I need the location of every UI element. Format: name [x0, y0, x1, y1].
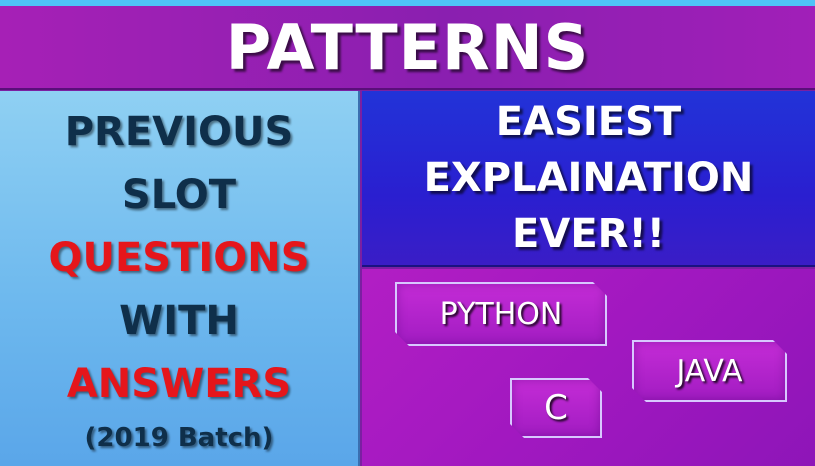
left-line-questions: QUESTIONS [48, 235, 310, 281]
left-line-answers: ANSWERS [66, 361, 292, 407]
java-label: JAVA [676, 353, 743, 389]
explanation-line-explaination: EXPLAINATION [423, 155, 754, 201]
explanation-line-easiest: EASIEST [495, 99, 682, 145]
python-label: PYTHON [439, 296, 563, 332]
explanation-panel: EASIEST EXPLAINATION EVER!! [362, 91, 815, 267]
left-info-panel: PREVIOUS SLOT QUESTIONS WITH ANSWERS (20… [0, 91, 360, 466]
title-banner: PATTERNS [0, 6, 815, 90]
banner-title: PATTERNS [225, 10, 590, 84]
left-line-with: WITH [119, 298, 239, 344]
batch-label: (2019 Batch) [84, 423, 274, 453]
java-badge: JAVA [632, 340, 787, 402]
thumbnail-canvas: PATTERNS PREVIOUS SLOT QUESTIONS WITH AN… [0, 0, 815, 466]
explanation-line-ever: EVER!! [512, 211, 665, 257]
left-line-previous: PREVIOUS [64, 109, 294, 155]
c-badge: C [510, 378, 602, 438]
languages-panel: PYTHON JAVA C [362, 269, 815, 466]
left-line-slot: SLOT [121, 172, 237, 218]
c-label: C [544, 388, 568, 428]
python-badge: PYTHON [395, 282, 607, 346]
